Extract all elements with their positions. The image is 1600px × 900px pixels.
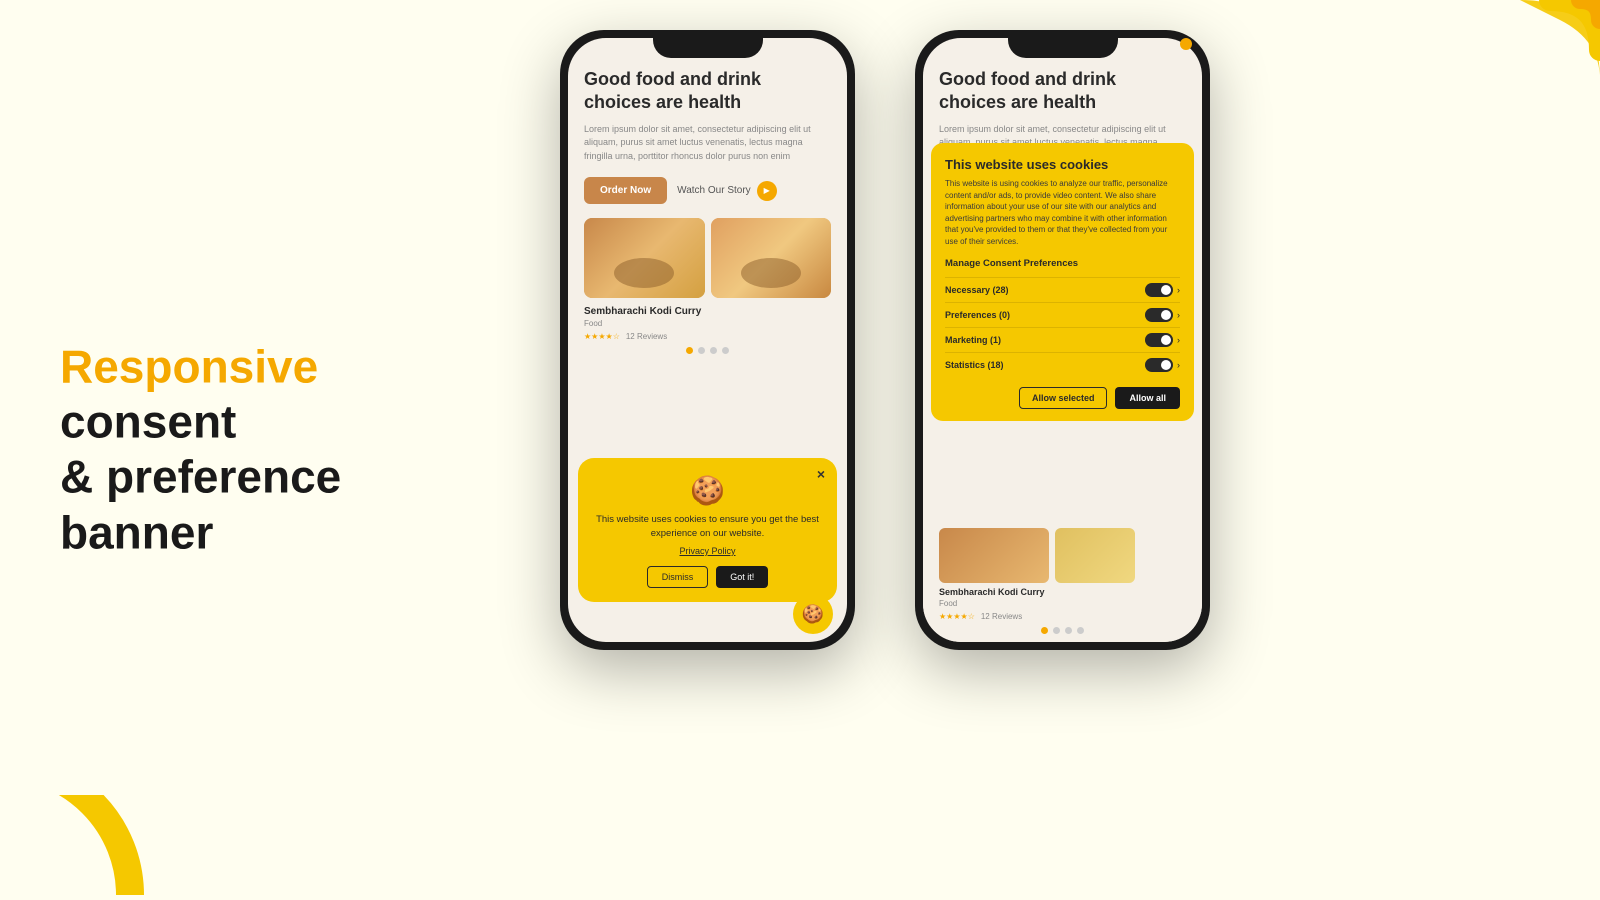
pref-action-buttons: Allow selected Allow all bbox=[945, 387, 1180, 409]
phone-1-cta: Order Now Watch Our Story ▶ bbox=[584, 177, 831, 204]
phone-2-food-img-1 bbox=[939, 528, 1049, 583]
phone-1-notch bbox=[653, 30, 763, 58]
hero-text-block: Responsive consent& preference banner bbox=[60, 340, 500, 561]
pref-preferences-right: › bbox=[1145, 308, 1180, 322]
phone-1-title: Good food and drink choices are health bbox=[584, 68, 831, 115]
pref-marketing-right: › bbox=[1145, 333, 1180, 347]
phones-container: Good food and drink choices are health L… bbox=[560, 30, 1210, 650]
cookie-banner-text: This website uses cookies to ensure you … bbox=[592, 513, 823, 540]
allow-all-button[interactable]: Allow all bbox=[1115, 387, 1180, 409]
pref-panel-desc: This website is using cookies to analyze… bbox=[945, 178, 1180, 248]
food-card-cat: Food bbox=[584, 319, 831, 328]
watch-story-label: Watch Our Story bbox=[677, 185, 751, 196]
dot-1 bbox=[686, 347, 693, 354]
dots-nav-1 bbox=[584, 341, 831, 358]
dot-p2-3 bbox=[1065, 627, 1072, 634]
phone-1-body: Lorem ipsum dolor sit amet, consectetur … bbox=[584, 123, 831, 164]
pref-row-necessary: Necessary (28) › bbox=[945, 277, 1180, 302]
manage-consent-title: Manage Consent Preferences bbox=[945, 258, 1180, 269]
pref-marketing-label: Marketing (1) bbox=[945, 335, 1001, 345]
dot-p2-1 bbox=[1041, 627, 1048, 634]
phone-2-bottom: Sembharachi Kodi Curry Food ★★★★☆ 12 Rev… bbox=[923, 520, 1202, 642]
play-icon: ▶ bbox=[757, 181, 777, 201]
dot-p2-4 bbox=[1077, 627, 1084, 634]
hero-rest: consent& preference banner bbox=[60, 396, 341, 558]
privacy-policy-link[interactable]: Privacy Policy bbox=[592, 546, 823, 556]
cookie-buttons: Dismiss Got it! bbox=[592, 566, 823, 588]
deco-top-right bbox=[1440, 0, 1600, 125]
bowl-art-2 bbox=[711, 218, 832, 298]
phone-2-food-img-2 bbox=[1055, 528, 1135, 583]
phone-2-title: Good food and drinkchoices are health bbox=[939, 68, 1186, 115]
pref-necessary-label: Necessary (28) bbox=[945, 285, 1009, 295]
phone-2-food-name: Sembharachi Kodi Curry bbox=[939, 587, 1186, 597]
phone-2-notch bbox=[1008, 30, 1118, 58]
cookie-banner: × 🍪 This website uses cookies to ensure … bbox=[578, 458, 837, 602]
pref-row-preferences: Preferences (0) › bbox=[945, 302, 1180, 327]
dot-4 bbox=[722, 347, 729, 354]
chevron-statistics[interactable]: › bbox=[1177, 360, 1180, 370]
phone-1: Good food and drink choices are health L… bbox=[560, 30, 855, 650]
hero-highlight: Responsive bbox=[60, 341, 318, 393]
pref-row-marketing: Marketing (1) › bbox=[945, 327, 1180, 352]
dismiss-button[interactable]: Dismiss bbox=[647, 566, 709, 588]
pref-necessary-right: › bbox=[1145, 283, 1180, 297]
order-now-button[interactable]: Order Now bbox=[584, 177, 667, 204]
pref-statistics-label: Statistics (18) bbox=[945, 360, 1004, 370]
cookie-close-button[interactable]: × bbox=[817, 466, 825, 482]
phone-2-food-cat: Food bbox=[939, 599, 1186, 608]
bowl-art-1 bbox=[584, 218, 705, 298]
reviews-count: 12 Reviews bbox=[626, 332, 667, 341]
watch-story-button[interactable]: Watch Our Story ▶ bbox=[677, 181, 777, 201]
pref-preferences-label: Preferences (0) bbox=[945, 310, 1010, 320]
phone-1-screen: Good food and drink choices are health L… bbox=[568, 38, 847, 642]
food-card-name: Sembharachi Kodi Curry bbox=[584, 306, 831, 317]
chevron-preferences[interactable]: › bbox=[1177, 310, 1180, 320]
allow-selected-button[interactable]: Allow selected bbox=[1019, 387, 1108, 409]
food-images-row bbox=[584, 218, 831, 298]
preferences-panel: This website uses cookies This website i… bbox=[931, 143, 1194, 421]
stars-row: ★★★★☆ 12 Reviews bbox=[584, 332, 831, 341]
toggle-preferences[interactable] bbox=[1145, 308, 1173, 322]
dot-3 bbox=[710, 347, 717, 354]
dot-p2-2 bbox=[1053, 627, 1060, 634]
chevron-necessary[interactable]: › bbox=[1177, 285, 1180, 295]
gotit-button[interactable]: Got it! bbox=[716, 566, 768, 588]
deco-bottom-left bbox=[0, 695, 200, 900]
cookie-icon: 🍪 bbox=[592, 474, 823, 507]
toggle-statistics[interactable] bbox=[1145, 358, 1173, 372]
deco-dot-orange bbox=[1180, 38, 1192, 50]
toggle-marketing[interactable] bbox=[1145, 333, 1173, 347]
food-image-2 bbox=[711, 218, 832, 298]
food-image-1 bbox=[584, 218, 705, 298]
pref-row-statistics: Statistics (18) › bbox=[945, 352, 1180, 377]
dot-2 bbox=[698, 347, 705, 354]
pref-panel-title: This website uses cookies bbox=[945, 157, 1180, 172]
phone-2-stars: ★★★★☆ 12 Reviews bbox=[939, 612, 1186, 621]
pref-statistics-right: › bbox=[1145, 358, 1180, 372]
chevron-marketing[interactable]: › bbox=[1177, 335, 1180, 345]
phone-2-reviews: 12 Reviews bbox=[981, 612, 1022, 621]
toggle-necessary[interactable] bbox=[1145, 283, 1173, 297]
phone-2-screen: Good food and drinkchoices are health Lo… bbox=[923, 38, 1202, 642]
dots-nav-2 bbox=[939, 621, 1186, 638]
phone-2: Good food and drinkchoices are health Lo… bbox=[915, 30, 1210, 650]
